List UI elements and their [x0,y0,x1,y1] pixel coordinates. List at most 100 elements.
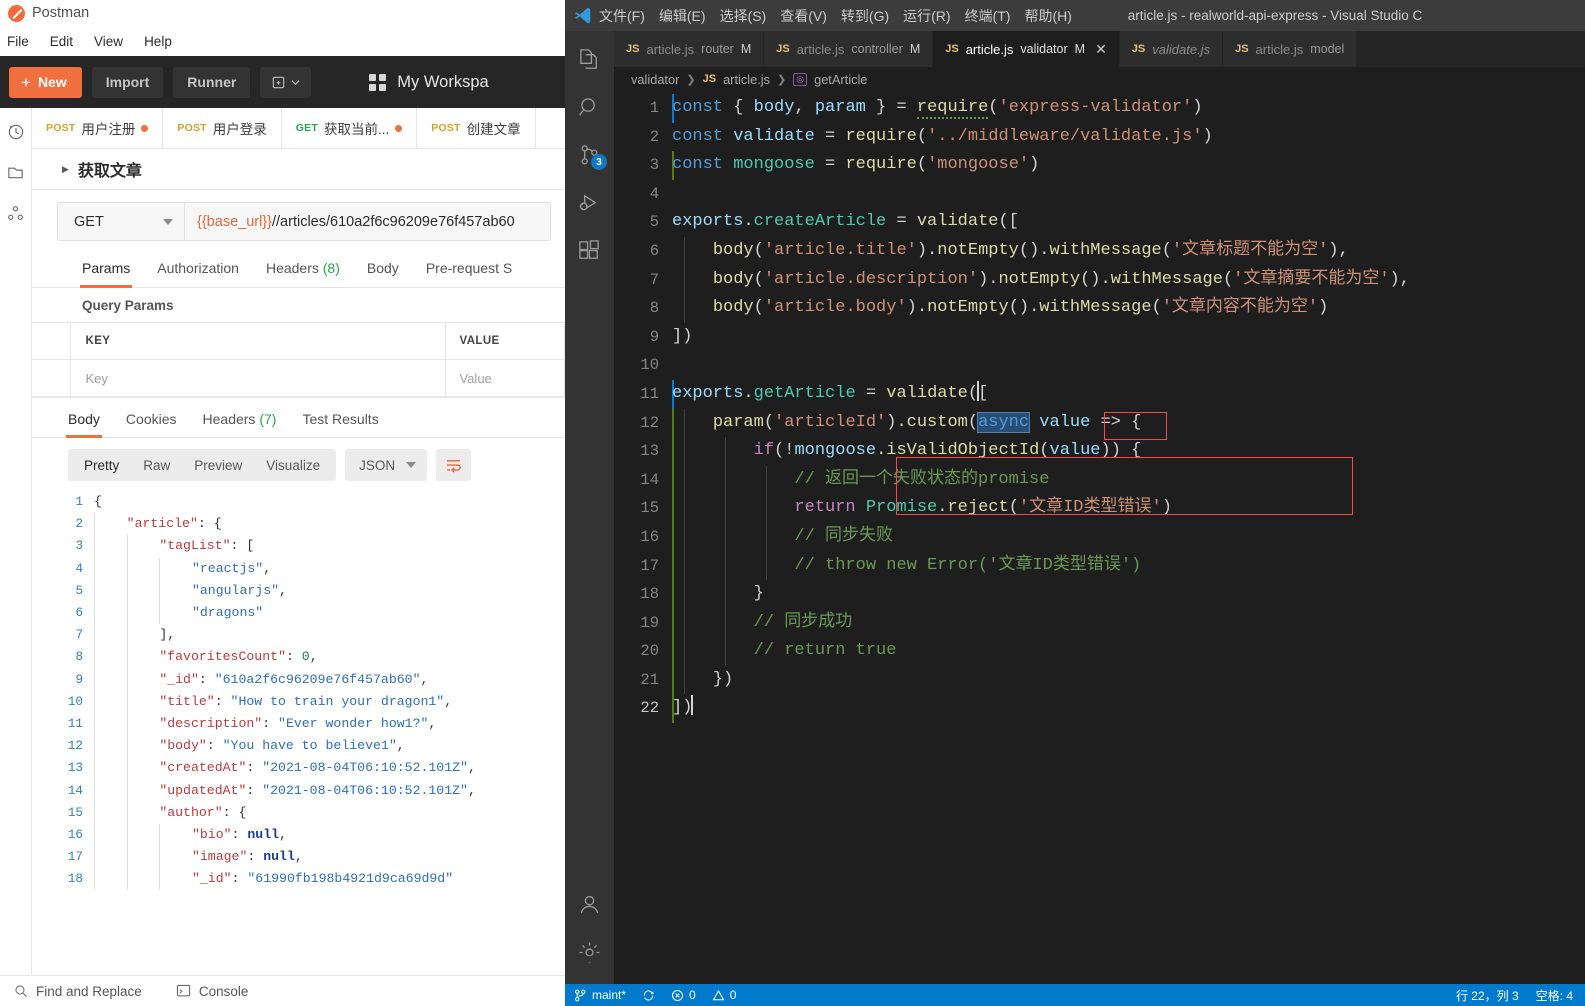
activity-extensions[interactable] [565,227,614,275]
editor-tab-dirty: M [740,42,752,56]
param-value-input[interactable]: Value [444,359,565,397]
indent-guide [126,757,160,780]
symbol-field-icon: ◎ [793,72,808,86]
explorer-icon [580,48,597,69]
import-button[interactable]: Import [91,66,164,98]
activity-search[interactable] [565,83,614,131]
response-language-select[interactable]: JSON [345,449,428,481]
view-pretty[interactable]: Pretty [72,458,131,473]
status-sync[interactable] [642,989,655,1002]
request-tab[interactable]: GET 获取当前... [281,108,418,148]
tab-response-body[interactable]: Body [66,411,102,438]
json-line-text: "angularjs", [191,582,287,598]
editor-tab-router[interactable]: JS article.js router M [614,31,765,67]
view-visualize[interactable]: Visualize [254,458,332,473]
activity-run-and-debug[interactable] [565,179,614,227]
editor-tab-validator[interactable]: JS article.js validator M ✕ [933,31,1120,67]
breadcrumb-file[interactable]: article.js [723,72,770,87]
tab-pre-request-script[interactable]: Pre-request S [426,260,512,287]
tab-cookies[interactable]: Cookies [126,411,177,437]
tab-test-results[interactable]: Test Results [302,411,378,437]
row-checkbox-cell[interactable] [32,359,71,397]
menu-selection[interactable]: 选择(S) [720,6,767,26]
postman-toolbar: + New Import Runner My Workspa [0,56,565,108]
indent-guide [126,735,160,758]
text-cursor [691,695,694,716]
collections-icon[interactable] [6,163,25,182]
menu-edit[interactable]: 编辑(E) [659,6,706,26]
status-branch[interactable]: maint* [574,988,626,1002]
console-button[interactable]: Console [176,984,248,999]
menu-file[interactable]: 文件(F) [599,6,645,26]
breadcrumb-symbol[interactable]: getArticle [814,72,867,87]
json-line: 3 "tagList": [ [32,535,565,558]
tab-authorization[interactable]: Authorization [157,260,239,287]
request-tab-method: POST [431,122,461,134]
apis-icon[interactable] [6,204,25,223]
menu-help[interactable]: Help [144,34,172,49]
tab-headers[interactable]: Headers (8) [266,260,340,287]
line-number: 6 [75,606,83,621]
menu-view[interactable]: View [94,34,123,49]
new-button-label: New [37,74,67,90]
request-tab[interactable]: POST 用户登录 [163,108,282,148]
history-icon[interactable] [6,122,25,141]
line-number: 5 [649,213,659,232]
activity-source-control[interactable]: 3 [565,131,614,179]
http-method-select[interactable]: GET [57,202,185,241]
find-and-replace-button[interactable]: Find and Replace [14,984,142,999]
tab-body[interactable]: Body [367,260,399,287]
status-cursor-position[interactable]: 行 22，列 3 [1456,987,1519,1004]
line-number: 12 [67,739,83,754]
new-window-button[interactable] [260,66,312,98]
triangle-right-icon[interactable]: ▶ [62,164,69,175]
js-file-icon: JS [626,43,640,55]
json-line: 6 "dragons" [32,602,565,625]
status-indentation[interactable]: 空格: 4 [1536,987,1573,1004]
query-params-table: KEY VALUE Key Value [32,322,565,397]
close-icon[interactable]: ✕ [1095,41,1107,58]
editor-tab-validate[interactable]: JS validate.js [1119,31,1224,67]
table-row[interactable]: Key Value [32,359,565,397]
indent-guide [94,668,127,691]
menu-help[interactable]: 帮助(H) [1024,6,1071,26]
runner-button[interactable]: Runner [173,66,251,98]
code-line-text: exports.getArticle = validate([ [672,380,988,409]
word-wrap-button[interactable] [436,449,472,481]
status-errors[interactable]: 0 [671,988,696,1002]
postman-logo-icon [8,4,25,22]
view-preview[interactable]: Preview [182,458,254,473]
request-tab[interactable]: POST 创建文章 [417,108,536,148]
view-raw[interactable]: Raw [131,458,182,473]
new-button[interactable]: + New [9,66,82,98]
editor-tab-model[interactable]: JS article.js model [1223,31,1358,67]
activity-explorer[interactable] [565,35,614,83]
accounts-icon [580,895,599,913]
chevron-right-icon: ❯ [777,73,787,86]
indent-guide [126,602,160,625]
breadcrumb-folder[interactable]: validator [631,72,679,87]
request-tab[interactable]: POST 用户注册 [32,108,164,148]
tab-params[interactable]: Params [79,260,133,288]
menu-go[interactable]: 转到(G) [841,6,889,26]
menu-file[interactable]: File [7,34,29,49]
activity-settings[interactable] [565,928,614,976]
editor-tab-controller[interactable]: JS article.js controller M [764,31,934,67]
code-editor[interactable]: 1 const { body, param } = require('expres… [614,91,1585,724]
indent-guide [94,868,127,889]
status-warnings[interactable]: 0 [712,988,736,1002]
tab-response-headers[interactable]: Headers (7) [203,411,277,437]
menu-terminal[interactable]: 终端(T) [965,6,1011,26]
indent-guide [126,801,160,825]
code-line-text: ]) [672,694,694,723]
menu-edit[interactable]: Edit [50,34,73,49]
json-line: 14 "updatedAt": "2021-08-04T06:10:52.101… [32,779,565,802]
menu-run[interactable]: 运行(R) [903,6,950,26]
workspace-selector[interactable]: My Workspa [369,73,489,92]
response-body-viewer[interactable]: 1{2 "article": {3 "tagList": [4 "reactjs… [32,489,565,889]
url-input[interactable]: {{base_url}}//articles/610a2f6c96209e76f… [185,202,551,241]
line-number: 8 [75,650,83,665]
param-key-input[interactable]: Key [69,359,446,397]
menu-view[interactable]: 查看(V) [780,6,827,26]
activity-accounts[interactable] [565,880,614,928]
